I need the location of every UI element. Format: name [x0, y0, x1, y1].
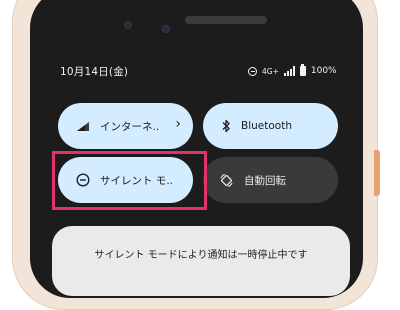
notice-text: サイレント モードにより通知は一時停止中です [94, 250, 308, 261]
status-date: 10月14日(金) [60, 66, 129, 78]
tile-bluetooth[interactable]: Bluetooth [203, 103, 338, 149]
earpiece-speaker [185, 16, 267, 24]
do-not-disturb-icon [248, 66, 257, 76]
signal-icon [283, 66, 295, 76]
tile-bluetooth-label: Bluetooth [241, 120, 292, 132]
front-camera-icon [125, 22, 131, 28]
battery-percent: 100% [310, 66, 337, 76]
status-icons: 4G+ 100% [248, 64, 337, 78]
network-type: 4G+ [262, 66, 279, 76]
tile-auto-rotate-label: 自動回転 [244, 174, 286, 187]
sensor-icon [163, 26, 169, 32]
auto-rotate-icon [220, 173, 233, 187]
tile-silent-mode-label: サイレント モ.. [100, 174, 174, 187]
battery-icon [299, 64, 306, 76]
tile-silent-mode[interactable]: サイレント モ.. [58, 157, 193, 203]
tile-auto-rotate[interactable]: 自動回転 [203, 157, 338, 203]
tile-internet[interactable]: インターネ.. › [58, 103, 193, 149]
tile-internet-label: インターネ.. [100, 120, 160, 133]
chevron-right-icon[interactable]: › [175, 116, 181, 132]
bluetooth-icon [222, 119, 230, 133]
phone-side-button [374, 150, 380, 196]
wifi-icon [77, 121, 89, 131]
silent-mode-notice: サイレント モードにより通知は一時停止中です [52, 226, 350, 296]
do-not-disturb-icon [76, 173, 90, 187]
